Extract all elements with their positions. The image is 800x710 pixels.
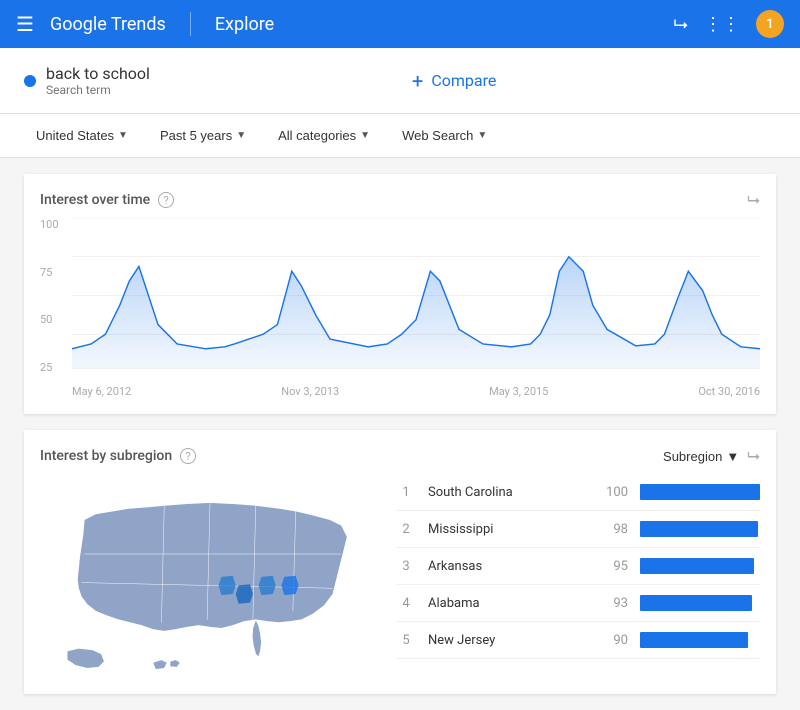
y-label-25: 25 — [40, 361, 72, 374]
region-name-1[interactable]: South Carolina — [428, 485, 584, 500]
region-rank-3: 3 — [396, 559, 416, 574]
region-item-2: 2 Mississippi 98 — [396, 511, 760, 548]
filter-time-arrow: ▼ — [236, 130, 246, 141]
help-icon-time[interactable]: ? — [158, 192, 174, 208]
region-score-1: 100 — [596, 485, 628, 500]
filter-type-arrow: ▼ — [477, 130, 487, 141]
subregion-title: Interest by subregion — [40, 448, 172, 464]
region-rank-1: 1 — [396, 485, 416, 500]
region-item-3: 3 Arkansas 95 — [396, 548, 760, 585]
region-bar-3 — [640, 558, 754, 574]
search-term-sublabel: Search term — [46, 83, 150, 97]
region-rank-4: 4 — [396, 596, 416, 611]
region-list: 1 South Carolina 100 2 Mississippi 98 — [396, 474, 760, 678]
main-content: Interest over time ? ⮡ 100 75 50 25 — [0, 158, 800, 710]
subregion-dropdown-button[interactable]: Subregion ▼ — [663, 449, 739, 464]
region-name-2[interactable]: Mississippi — [428, 522, 584, 537]
header-divider — [190, 12, 191, 36]
filter-region[interactable]: United States ▼ — [24, 122, 140, 149]
share-icon-subregion[interactable]: ⮡ — [747, 446, 760, 466]
region-bar-2 — [640, 521, 758, 537]
x-label-1: Nov 3, 2013 — [281, 385, 339, 398]
user-avatar[interactable]: 1 — [756, 10, 784, 38]
subregion-controls: Subregion ▼ ⮡ — [663, 446, 760, 466]
y-label-100: 100 — [40, 218, 72, 231]
us-map-area — [40, 474, 380, 678]
filter-region-label: United States — [36, 128, 114, 143]
header-icons: ⮡ ⋮⋮ 1 — [674, 10, 784, 38]
y-axis-labels: 100 75 50 25 — [40, 218, 72, 374]
x-label-0: May 6, 2012 — [72, 385, 131, 398]
filter-type-label: Web Search — [402, 128, 473, 143]
region-rank-2: 2 — [396, 522, 416, 537]
region-bar-container-5 — [640, 632, 760, 648]
filter-time-label: Past 5 years — [160, 128, 232, 143]
search-dot-icon — [24, 75, 36, 87]
us-map — [40, 474, 380, 674]
region-bar-1 — [640, 484, 760, 500]
filter-type[interactable]: Web Search ▼ — [390, 122, 499, 149]
region-score-3: 95 — [596, 559, 628, 574]
filter-category-label: All categories — [278, 128, 356, 143]
region-score-5: 90 — [596, 633, 628, 648]
app-logo: Google Trends — [50, 14, 166, 35]
subregion-content: 1 South Carolina 100 2 Mississippi 98 — [40, 474, 760, 678]
filter-region-arrow: ▼ — [118, 130, 128, 141]
region-item-1: 1 South Carolina 100 — [396, 474, 760, 511]
x-axis-labels: May 6, 2012 Nov 3, 2013 May 3, 2015 Oct … — [72, 385, 760, 398]
interest-by-subregion-card: Interest by subregion ? Subregion ▼ ⮡ — [24, 430, 776, 694]
search-term-label: back to school — [46, 64, 150, 83]
filters-bar: United States ▼ Past 5 years ▼ All categ… — [0, 114, 800, 158]
subregion-dropdown-arrow: ▼ — [726, 449, 739, 464]
chart-area: 100 75 50 25 — [40, 218, 760, 398]
compare-button[interactable]: + Compare — [396, 69, 776, 93]
help-icon-subregion[interactable]: ? — [180, 448, 196, 464]
filter-time[interactable]: Past 5 years ▼ — [148, 122, 258, 149]
region-bar-container-1 — [640, 484, 760, 500]
region-score-2: 98 — [596, 522, 628, 537]
region-name-4[interactable]: Alabama — [428, 596, 584, 611]
x-label-2: May 3, 2015 — [489, 385, 548, 398]
search-term-box[interactable]: back to school Search term — [24, 64, 372, 97]
region-item-4: 4 Alabama 93 — [396, 585, 760, 622]
compare-label: Compare — [431, 71, 496, 90]
search-area: back to school Search term + Compare — [0, 48, 800, 114]
menu-icon[interactable]: ☰ — [16, 12, 34, 36]
x-label-3: Oct 30, 2016 — [698, 385, 760, 398]
region-name-5[interactable]: New Jersey — [428, 633, 584, 648]
card-header-time: Interest over time ? ⮡ — [40, 190, 760, 210]
region-item-5: 5 New Jersey 90 — [396, 622, 760, 659]
card-header-subregion: Interest by subregion ? Subregion ▼ ⮡ — [40, 446, 760, 466]
region-name-3[interactable]: Arkansas — [428, 559, 584, 574]
region-bar-container-3 — [640, 558, 760, 574]
y-label-50: 50 — [40, 313, 72, 326]
region-bar-container-2 — [640, 521, 760, 537]
region-rank-5: 5 — [396, 633, 416, 648]
region-bar-4 — [640, 595, 752, 611]
y-label-75: 75 — [40, 266, 72, 279]
app-header: ☰ Google Trends Explore ⮡ ⋮⋮ 1 — [0, 0, 800, 48]
section-label: Explore — [215, 14, 274, 35]
share-icon-time[interactable]: ⮡ — [747, 190, 760, 210]
search-term-text: back to school Search term — [46, 64, 150, 97]
trend-chart — [72, 218, 760, 373]
region-bar-container-4 — [640, 595, 760, 611]
filter-category-arrow: ▼ — [360, 130, 370, 141]
region-bar-5 — [640, 632, 748, 648]
share-icon[interactable]: ⮡ — [674, 14, 688, 35]
filter-category[interactable]: All categories ▼ — [266, 122, 382, 149]
region-score-4: 93 — [596, 596, 628, 611]
compare-plus-icon: + — [412, 69, 423, 93]
apps-icon[interactable]: ⋮⋮ — [704, 14, 740, 35]
interest-over-time-title: Interest over time — [40, 192, 150, 208]
interest-over-time-card: Interest over time ? ⮡ 100 75 50 25 — [24, 174, 776, 414]
subregion-dropdown-label: Subregion — [663, 449, 722, 464]
